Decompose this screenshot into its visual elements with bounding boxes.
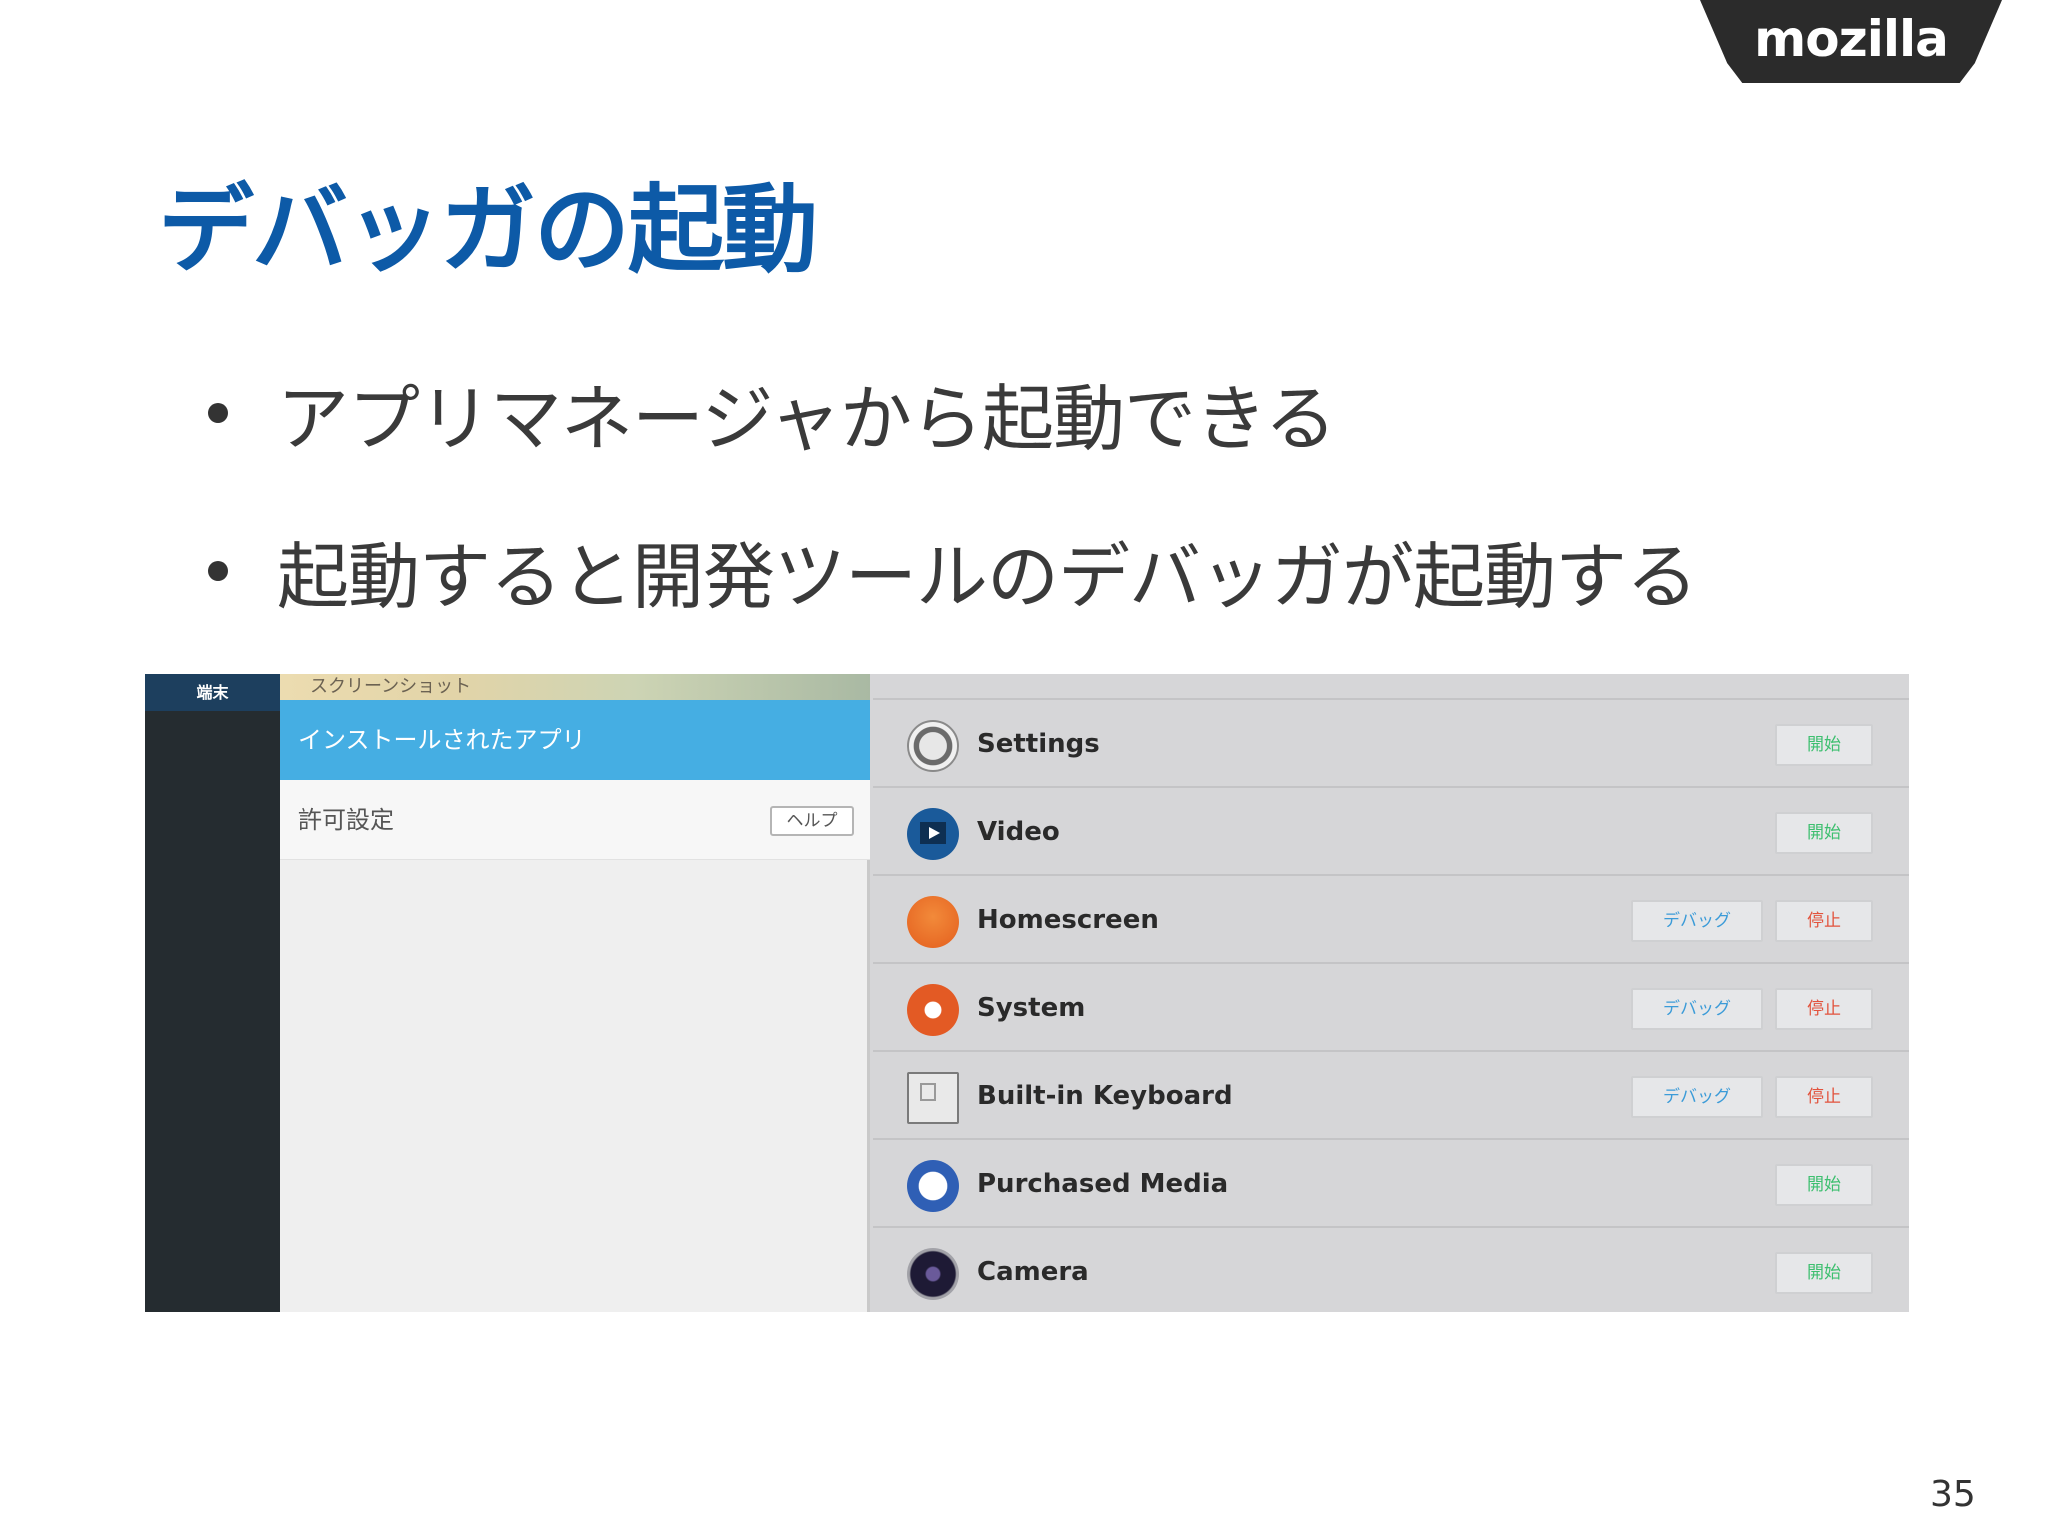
bullet-dot-icon — [208, 403, 228, 423]
bullet-dot-icon — [208, 561, 228, 581]
permissions-label: 許可設定 — [298, 806, 394, 834]
debug-button[interactable]: デバッグ — [1631, 1076, 1763, 1118]
app-name: Homescreen — [977, 905, 1159, 935]
mozilla-logo-tab: mozilla — [1700, 0, 2002, 83]
app-row: Settings 開始 — [873, 700, 1909, 788]
start-button[interactable]: 開始 — [1775, 812, 1873, 854]
start-button[interactable]: 開始 — [1775, 1252, 1873, 1294]
app-name: System — [977, 993, 1086, 1023]
start-button[interactable]: 開始 — [1775, 1164, 1873, 1206]
screenshot-strip[interactable]: スクリーンショット — [280, 674, 870, 700]
app-manager-screenshot: 端末 スクリーンショット インストールされたアプリ 許可設定 ヘルプ Setti… — [145, 674, 1909, 1312]
mozilla-logo-text: mozilla — [1754, 10, 1949, 68]
menu-item-installed-apps[interactable]: インストールされたアプリ — [280, 700, 870, 780]
device-rail: 端末 — [145, 674, 280, 1312]
keyboard-icon — [907, 1072, 959, 1124]
app-list: Settings 開始 Video 開始 Homescreen デバッグ 停止 … — [873, 674, 1909, 1312]
video-icon — [907, 808, 959, 860]
rail-header[interactable]: 端末 — [145, 674, 280, 711]
app-row: System デバッグ 停止 — [873, 964, 1909, 1052]
debug-button[interactable]: デバッグ — [1631, 900, 1763, 942]
settings-icon — [907, 720, 959, 772]
app-name: Settings — [977, 729, 1100, 759]
app-row — [873, 674, 1909, 700]
app-row: Homescreen デバッグ 停止 — [873, 876, 1909, 964]
stop-button[interactable]: 停止 — [1775, 1076, 1873, 1118]
app-name: Camera — [977, 1257, 1089, 1287]
bullet-text: 起動すると開発ツールのデバッガが起動する — [277, 535, 1698, 619]
bullet-text: アプリマネージャから起動できる — [277, 377, 1337, 461]
debug-button[interactable]: デバッグ — [1631, 988, 1763, 1030]
app-row: Built-in Keyboard デバッグ 停止 — [873, 1052, 1909, 1140]
start-button[interactable]: 開始 — [1775, 724, 1873, 766]
app-name: Built-in Keyboard — [977, 1081, 1233, 1111]
help-button[interactable]: ヘルプ — [770, 806, 854, 836]
camera-icon — [907, 1248, 959, 1300]
slide: mozilla デバッガの起動 アプリマネージャから起動できる 起動すると開発ツ… — [0, 0, 2048, 1536]
app-row: Camera 開始 — [873, 1228, 1909, 1312]
app-row: Purchased Media 開始 — [873, 1140, 1909, 1228]
screenshot-strip-label: スクリーンショット — [310, 676, 472, 697]
menu-item-permissions[interactable]: 許可設定 ヘルプ — [280, 780, 870, 860]
slide-title: デバッガの起動 — [158, 174, 818, 286]
page-number: 35 — [1930, 1474, 1976, 1515]
system-icon — [907, 984, 959, 1036]
app-name: Video — [977, 817, 1060, 847]
homescreen-icon — [907, 896, 959, 948]
app-name: Purchased Media — [977, 1169, 1229, 1199]
stop-button[interactable]: 停止 — [1775, 900, 1873, 942]
purchased-media-icon — [907, 1160, 959, 1212]
app-row: Video 開始 — [873, 788, 1909, 876]
device-menu: スクリーンショット インストールされたアプリ 許可設定 ヘルプ — [280, 674, 870, 1312]
stop-button[interactable]: 停止 — [1775, 988, 1873, 1030]
